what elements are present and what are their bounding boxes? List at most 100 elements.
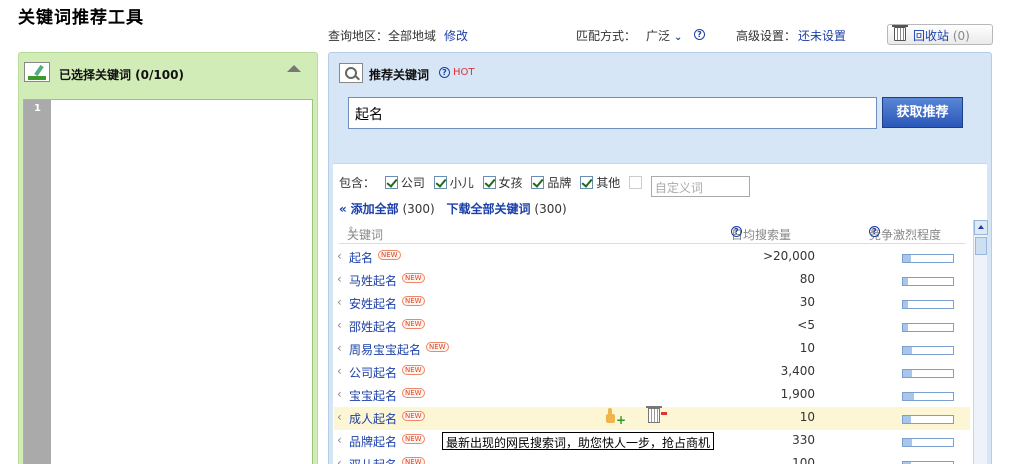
- checkbox[interactable]: [531, 176, 545, 189]
- recycle-bin-button[interactable]: 回收站 (0): [887, 24, 993, 45]
- keyword-link[interactable]: 邵姓起名 NEW: [349, 318, 425, 335]
- keyword-row[interactable]: ‹ 双儿起名 NEW 100: [334, 453, 970, 464]
- competition-bar: [902, 254, 954, 263]
- keyword-link[interactable]: 马姓起名 NEW: [349, 272, 425, 289]
- help-icon[interactable]: ?: [439, 67, 450, 78]
- competition-fill: [903, 278, 908, 285]
- keyword-row[interactable]: ‹ 邵姓起名 NEW <5: [334, 315, 970, 338]
- get-recommendations-button[interactable]: 获取推荐: [882, 97, 963, 128]
- search-volume: 100: [792, 456, 815, 464]
- plus-icon[interactable]: +: [616, 413, 626, 427]
- competition-fill: [903, 324, 908, 331]
- match-label: 匹配方式：: [576, 29, 637, 43]
- add-arrow-icon[interactable]: ‹: [337, 456, 342, 464]
- filter-girl[interactable]: 女孩: [482, 176, 523, 190]
- filter-company[interactable]: 公司: [384, 176, 425, 190]
- download-all-link[interactable]: 下载全部关键词: [447, 202, 531, 216]
- add-arrow-icon[interactable]: ‹: [337, 295, 342, 309]
- trash-icon[interactable]: [646, 406, 662, 423]
- keyword-row[interactable]: ‹ 成人起名 NEW +10: [334, 406, 970, 430]
- search-volume: <5: [797, 318, 815, 332]
- checkbox[interactable]: [384, 176, 398, 189]
- keyword-link[interactable]: 宝宝起名 NEW: [349, 387, 425, 404]
- filter-child[interactable]: 小儿: [433, 176, 474, 190]
- custom-word-input[interactable]: 自定义词: [650, 176, 750, 197]
- keyword-link[interactable]: 品牌起名 NEW: [349, 433, 425, 450]
- competition-bar: [902, 277, 954, 286]
- checkbox[interactable]: [580, 176, 594, 189]
- keyword-text: 成人起名: [349, 412, 398, 426]
- filter-row: 包含： 公司 小儿 女孩 品牌 其他 自定义词: [339, 174, 750, 197]
- add-arrow-icon[interactable]: ‹: [337, 272, 342, 286]
- keyword-row[interactable]: ‹ 起名 NEW >20,000: [334, 246, 970, 269]
- chevron-down-icon[interactable]: ⌄: [674, 32, 682, 43]
- match-help-icon[interactable]: ?: [694, 27, 705, 41]
- keyword-text: 双儿起名: [349, 458, 397, 464]
- keyword-row[interactable]: ‹ 马姓起名 NEW 80: [334, 269, 970, 292]
- filter-text: 其他: [596, 176, 621, 190]
- add-arrow-icon[interactable]: ‹: [337, 387, 342, 401]
- recycle-label[interactable]: 回收站: [913, 29, 949, 43]
- checkbox[interactable]: [482, 176, 496, 189]
- filter-text: 女孩: [498, 176, 523, 190]
- collapse-icon[interactable]: [287, 65, 301, 72]
- sort-icon[interactable]: ⇕: [347, 226, 355, 236]
- keyword-link[interactable]: 公司起名 NEW: [349, 364, 425, 381]
- keyword-row[interactable]: ‹ 公司起名 NEW 3,400: [334, 361, 970, 384]
- scroll-thumb[interactable]: [975, 237, 987, 255]
- keyword-link[interactable]: 起名 NEW: [349, 249, 401, 266]
- filter-other[interactable]: 其他: [580, 176, 620, 190]
- top-bar: 查询地区：全部地域 修改 匹配方式： 广泛 ⌄ ? 高级设置： 还未设置: [0, 26, 1026, 46]
- table-header: 关键词 ⇕ 日均搜索量 ⇕ ? 竞争激烈程度 ⇕ ?: [339, 220, 965, 244]
- keyword-link[interactable]: 安姓起名 NEW: [349, 295, 425, 312]
- competition-bar: [902, 392, 954, 401]
- keyword-link[interactable]: 双儿起名 NEW: [349, 456, 425, 464]
- search-volume: >20,000: [762, 249, 815, 263]
- new-badge: NEW: [402, 434, 425, 444]
- keyword-row[interactable]: ‹ 周易宝宝起名 NEW 10: [334, 338, 970, 361]
- match-value: 广泛: [646, 29, 671, 43]
- new-badge: NEW: [402, 411, 425, 421]
- filter-text: 品牌: [547, 176, 572, 190]
- keyword-link[interactable]: 成人起名 NEW: [349, 410, 425, 427]
- page-title: 关键词推荐工具: [18, 8, 144, 28]
- keyword-link[interactable]: 周易宝宝起名 NEW: [349, 341, 449, 358]
- scroll-up-icon[interactable]: [974, 220, 988, 235]
- keyword-text: 马姓起名: [349, 274, 398, 288]
- new-badge: NEW: [402, 319, 425, 329]
- keyword-row[interactable]: ‹ 宝宝起名 NEW 1,900: [334, 384, 970, 407]
- region-edit-link[interactable]: 修改: [444, 27, 468, 44]
- keyword-search-input[interactable]: 起名: [348, 97, 877, 129]
- checkbox[interactable]: [433, 176, 447, 189]
- search-volume: 80: [799, 272, 815, 286]
- selected-keywords-panel: 已选择关键词 (0/100) 1: [18, 52, 318, 464]
- region-label: 查询地区：全部地域: [328, 29, 437, 43]
- custom-checkbox[interactable]: [629, 176, 643, 189]
- add-arrow-icon[interactable]: ‹: [337, 410, 342, 424]
- competition-bar: [902, 415, 954, 424]
- help-icon[interactable]: ?: [869, 226, 880, 237]
- help-icon[interactable]: ?: [731, 226, 742, 237]
- filter-brand[interactable]: 品牌: [531, 176, 571, 190]
- add-arrow-icon[interactable]: ‹: [337, 341, 342, 355]
- add-arrow-icon[interactable]: ‹: [337, 318, 342, 332]
- competition-fill: [903, 347, 912, 354]
- competition-fill: [903, 393, 914, 400]
- search-volume: 10: [799, 410, 815, 424]
- add-arrow-icon[interactable]: ‹: [337, 364, 342, 378]
- help-icon[interactable]: ?: [694, 29, 705, 40]
- vertical-scrollbar[interactable]: [973, 220, 988, 464]
- match-select[interactable]: 广泛 ⌄: [646, 27, 682, 44]
- advanced-label: 高级设置：: [736, 29, 797, 43]
- add-arrow-icon[interactable]: ‹: [337, 433, 342, 447]
- add-all-link[interactable]: 添加全部: [351, 202, 399, 216]
- keyword-row[interactable]: ‹ 安姓起名 NEW 30: [334, 292, 970, 315]
- double-chevron-left-icon[interactable]: «: [339, 202, 347, 216]
- competition-fill: [903, 439, 912, 446]
- new-badge: NEW: [402, 296, 425, 306]
- advanced-settings-link[interactable]: 还未设置: [798, 27, 846, 44]
- keyword-text: 安姓起名: [349, 297, 398, 311]
- add-arrow-icon[interactable]: ‹: [337, 249, 342, 263]
- selected-keywords-editor[interactable]: 1: [23, 99, 313, 464]
- minus-icon[interactable]: [661, 412, 667, 415]
